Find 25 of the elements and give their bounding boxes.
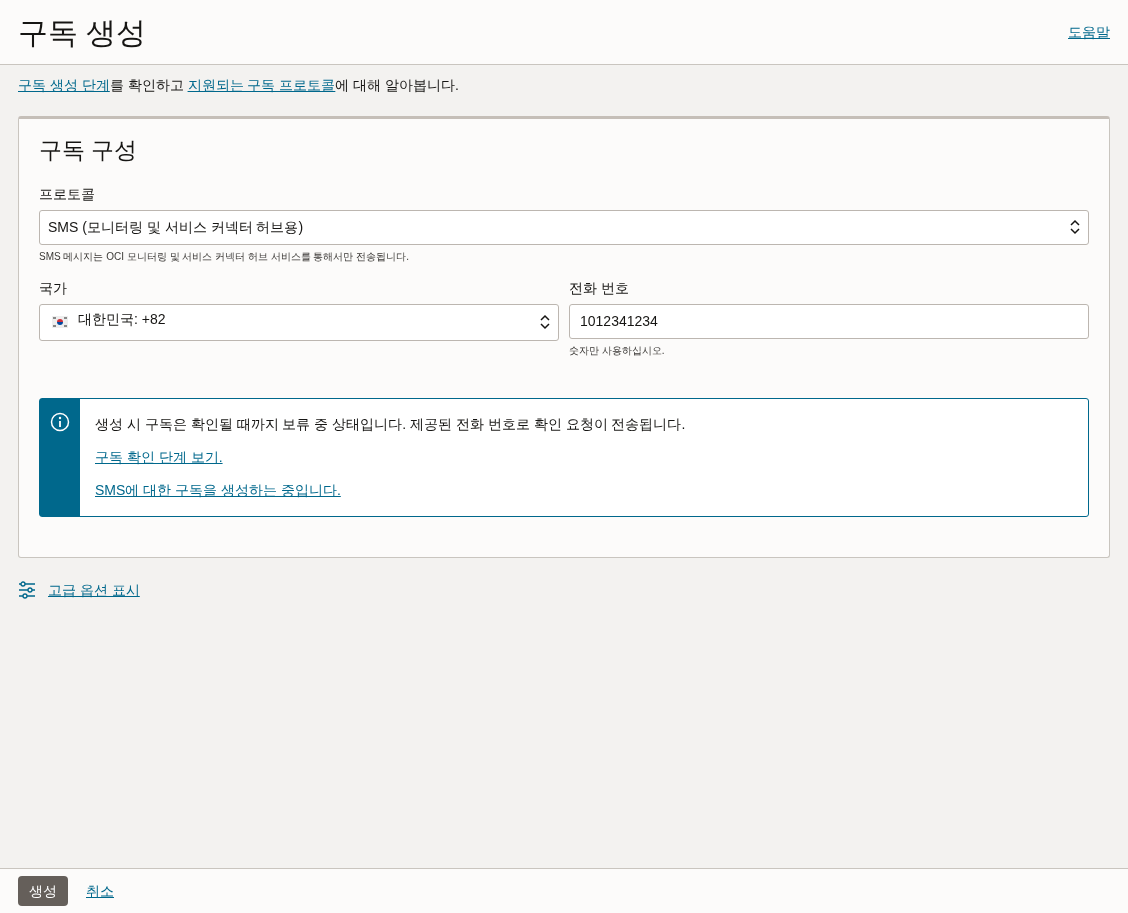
info-link[interactable]: SMS에 대한 구독을 생성하는 중입니다.: [95, 479, 341, 501]
help-link[interactable]: 도움말: [1068, 21, 1110, 43]
intro-link[interactable]: 지원되는 구독 프로토콜: [187, 77, 336, 93]
card-title: 구독 구성: [39, 136, 139, 165]
page-title: 구독 생성: [18, 14, 147, 51]
help-text: 숫자만 사용하십시오.: [569, 343, 666, 358]
phone-input[interactable]: 1012341234: [569, 303, 1089, 339]
cancel-link[interactable]: 취소: [86, 880, 114, 902]
sliders-icon: [18, 581, 36, 599]
info-message: 생성 시 구독은 확인될 때까지 보류 중 상태입니다. 제공된 전화 번호로 확인 요청이 전송됩니다.: [95, 414, 686, 434]
info-link[interactable]: 구독 확인 단계 보기.: [95, 446, 223, 468]
intro-link[interactable]: 구독 생성 단계: [18, 77, 110, 93]
help-text: SMS 메시지는 OCI 모니터링 및 서비스 커넥터 허브 서비스를 통해서만 전송됩니다.: [39, 249, 410, 264]
create-button[interactable]: 생성: [18, 876, 68, 906]
protocol-select[interactable]: SMS (모니터링 및 서비스 커넥터 허브용): [39, 209, 1089, 245]
field-label: 전화 번호: [569, 278, 630, 298]
field-label: 프로토콜: [39, 184, 96, 204]
chevron-up-down-icon: [1070, 219, 1080, 235]
country-select[interactable]: 대한민국: +82: [39, 303, 559, 341]
intro-text: 구독 생성 단계 를 확인하고 지원되는 구독 프로토콜에 대해 알아봅니다.: [18, 76, 460, 95]
chevron-up-down-icon: [540, 314, 550, 330]
flag-icon: [52, 315, 68, 328]
info-icon: [50, 411, 70, 432]
advanced-options-link[interactable]: 고급 옵션 표시: [48, 579, 140, 601]
field-label: 국가: [39, 278, 68, 298]
